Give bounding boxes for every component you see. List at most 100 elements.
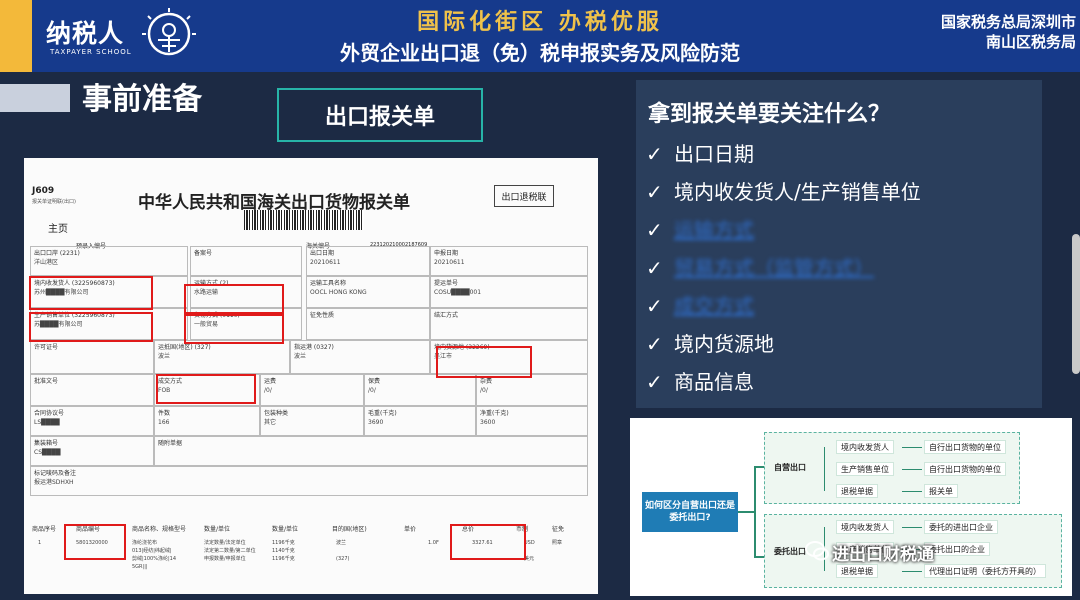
checklist-item[interactable]: ✓ 成交方式	[646, 290, 754, 319]
agent-export-label: 委托出口	[774, 547, 806, 556]
form-field: 集装箱号 CS████	[30, 436, 154, 466]
checklist-item: ✓ 境内收发货人/生产销售单位	[646, 176, 921, 205]
form-field-label: 运输工具名称	[310, 280, 347, 287]
diagram-node: 报关单	[924, 484, 958, 498]
diagram-question: 如何区分自营出口还是委托出口?	[642, 492, 738, 532]
form-field-label: 集装箱号	[34, 440, 59, 447]
form-field: 包装种类 其它	[260, 406, 364, 436]
form-field: 出口日期 20210611	[306, 246, 430, 276]
goods-cell: (327)	[336, 556, 350, 562]
goods-cell: 013|经纺|纬起绒|	[132, 548, 172, 554]
form-field: 指运港 (0327) 波兰	[290, 340, 430, 374]
diagram-node: 境内收发货人	[836, 520, 894, 534]
form-field-label: 运费	[264, 378, 277, 385]
form-field-value: OOCL HONG KONG	[310, 289, 367, 296]
checklist-item-text: 成交方式	[674, 294, 754, 318]
goods-cell: 1.0F	[428, 540, 439, 546]
check-icon: ✓	[646, 332, 663, 356]
goods-cell: 1140千克	[272, 548, 295, 554]
org-line-1: 国家税务总局深圳市	[940, 13, 1076, 31]
check-icon: ✓	[646, 256, 663, 280]
panel-title: 拿到报关单要关注什么？	[648, 102, 891, 127]
form-field: 申报日期 20210611	[430, 246, 588, 276]
connector-line	[902, 527, 922, 528]
diagram-node: 境内收发货人	[836, 440, 894, 454]
form-field-label: 征免性质	[310, 312, 335, 319]
checklist-item-text: 运输方式	[674, 218, 754, 242]
highlight-box	[64, 524, 126, 560]
focus-checklist-panel: 拿到报关单要关注什么？ ✓ 出口日期 ✓ 境内收发货人/生产销售单位 ✓ 运输方式 ✓ 贸易方…	[636, 80, 1042, 408]
form-field-label: 许可证号	[34, 344, 59, 351]
form-field: 毛重(千克) 3690	[364, 406, 476, 436]
goods-cell: 1196千克	[272, 540, 295, 546]
organization-name: 国家税务总局深圳市 南山区税务局	[941, 12, 1076, 52]
form-field-value: 166	[158, 419, 170, 426]
connector-line	[738, 511, 754, 513]
form-field-value: /0/	[480, 387, 488, 394]
connector-line	[754, 466, 756, 558]
form-field: 保费/0/	[364, 374, 476, 406]
form-field-label: 合同协议号	[34, 410, 65, 417]
barcode	[244, 210, 364, 230]
header-banner: 纳税人 TAXPAYER SCHOOL 国际化街区 办税优服 外贸企业出口退（免…	[0, 0, 1080, 72]
checklist-item: ✓ 出口日期	[646, 138, 754, 167]
connector-line	[902, 491, 922, 492]
goods-column-header: 单价	[404, 526, 417, 533]
goods-column-header: 数量/单位	[204, 526, 231, 533]
checklist-item[interactable]: ✓ 运输方式	[646, 214, 754, 243]
checklist-item[interactable]: ✓ 贸易方式（监管方式）	[646, 252, 874, 281]
goods-column-header: 商品名称、规格型号	[132, 526, 187, 533]
form-field-label: 运抵国(地区) (327)	[158, 344, 211, 351]
form-field: 批准文号	[30, 374, 154, 406]
form-field-label: 净重(千克)	[480, 410, 509, 417]
goods-cell: 照章	[552, 540, 563, 546]
form-field-label: 件数	[158, 410, 171, 417]
form-label-box: 出口报关单	[277, 88, 483, 142]
connector-line	[824, 447, 825, 491]
goods-cell: 1	[38, 540, 42, 546]
form-field-value: 报运港SDHXH	[34, 479, 74, 486]
form-field-value: 洋山港区	[34, 259, 59, 266]
checklist-item: ✓ 商品信息	[646, 366, 754, 395]
form-field-value: LS████	[34, 419, 60, 426]
form-field: 出口口岸 (2231) 洋山港区	[30, 246, 188, 276]
check-icon: ✓	[646, 294, 663, 318]
form-field: 许可证号	[30, 340, 154, 374]
slogan: 国际化街区 办税优服	[417, 9, 663, 35]
check-icon: ✓	[646, 370, 663, 394]
export-type-diagram: 如何区分自营出口还是委托出口? 自营出口 委托出口 境内收发货人 自行出口货物的单…	[630, 418, 1072, 596]
connector-line	[902, 447, 922, 448]
diagram-node: 退税单据	[836, 484, 878, 498]
goods-column-header: 目的国(地区)	[332, 526, 367, 533]
form-field-label: 保费	[368, 378, 381, 385]
scrollbar[interactable]	[1072, 234, 1080, 374]
section-accent-bar	[0, 84, 70, 112]
goods-cell: 1196千克	[272, 556, 295, 562]
highlight-box	[450, 524, 526, 560]
form-field-value: 3690	[368, 419, 384, 426]
form-field: 件数 166	[154, 406, 260, 436]
goods-cell: 剪绒|100%涤纶|14	[132, 556, 177, 562]
form-field: 结汇方式	[430, 308, 588, 340]
doc-main-page-label: 主页	[48, 224, 68, 235]
watermark: 进出口财税通	[832, 545, 934, 565]
highlight-box	[184, 314, 284, 344]
diagram-node: 退税单据	[836, 564, 878, 578]
gold-accent-strip	[0, 0, 32, 72]
form-field-value: 20210611	[434, 259, 465, 266]
goods-cell: 法定数量/法定单位	[204, 540, 246, 546]
form-field: 运费/0/	[260, 374, 364, 406]
diagram-node: 自行出口货物的单位	[924, 440, 1006, 454]
diagram-node: 生产销售单位	[836, 462, 894, 476]
customs-declaration-document: J609 报关单证明联(出口) 中华人民共和国海关出口货物报关单 出口退税联 主…	[24, 158, 598, 594]
form-field-value: COSU████001	[434, 289, 482, 296]
goods-cell: 法定第二数量/第二单位	[204, 548, 256, 554]
form-field: 征免性质	[306, 308, 430, 340]
form-field-label: 随附单据	[158, 440, 183, 447]
form-field-label: 申报日期	[434, 250, 459, 257]
form-field-value: 3600	[480, 419, 496, 426]
form-field-value: 其它	[264, 419, 277, 426]
form-field-value: /0/	[368, 387, 376, 394]
sun-school-logo-icon	[142, 8, 196, 56]
goods-column-header: 数量/单位	[272, 526, 299, 533]
